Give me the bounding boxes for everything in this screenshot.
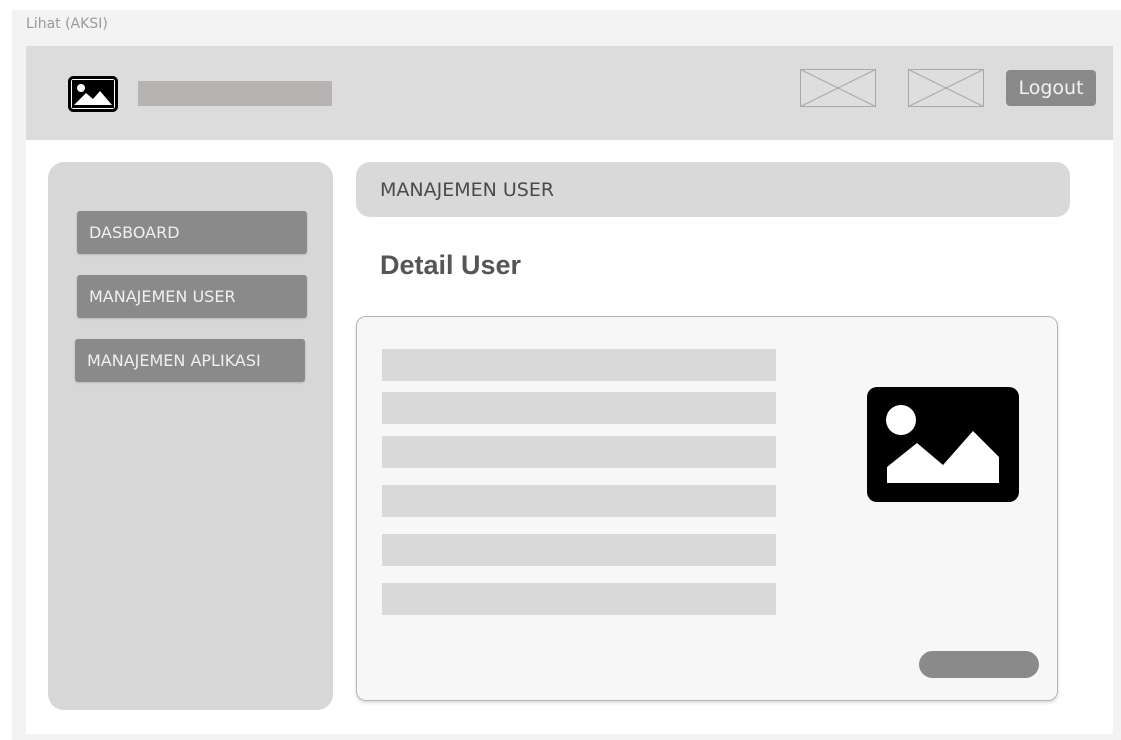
top-header: Logout: [26, 46, 1113, 140]
page-title: Detail User: [380, 250, 522, 280]
sidebar-item-manajemen-aplikasi[interactable]: MANAJEMEN APLIKASI: [75, 339, 305, 382]
section-header: MANAJEMEN USER: [356, 162, 1070, 217]
frame-label: Lihat (AKSI): [26, 16, 108, 32]
image-placeholder-icon[interactable]: [908, 69, 984, 107]
image-icon: [867, 387, 1019, 502]
detail-field-placeholder: [382, 392, 776, 424]
sidebar-item-manajemen-user[interactable]: MANAJEMEN USER: [77, 275, 307, 318]
image-placeholder-icon[interactable]: [800, 69, 876, 107]
detail-field-placeholder: [382, 436, 776, 468]
detail-field-placeholder: [382, 485, 776, 517]
sidebar-item-dasboard[interactable]: DASBOARD: [77, 211, 307, 254]
detail-field-placeholder: [382, 583, 776, 615]
logout-button[interactable]: Logout: [1006, 70, 1096, 106]
detail-field-placeholder: [382, 534, 776, 566]
brand-name-placeholder: [138, 81, 332, 106]
action-button[interactable]: [919, 651, 1039, 678]
detail-field-placeholder: [382, 349, 776, 381]
image-icon[interactable]: [68, 76, 118, 112]
sidebar: DASBOARD MANAJEMEN USER MANAJEMEN APLIKA…: [48, 162, 333, 710]
user-detail-card: [356, 316, 1058, 701]
